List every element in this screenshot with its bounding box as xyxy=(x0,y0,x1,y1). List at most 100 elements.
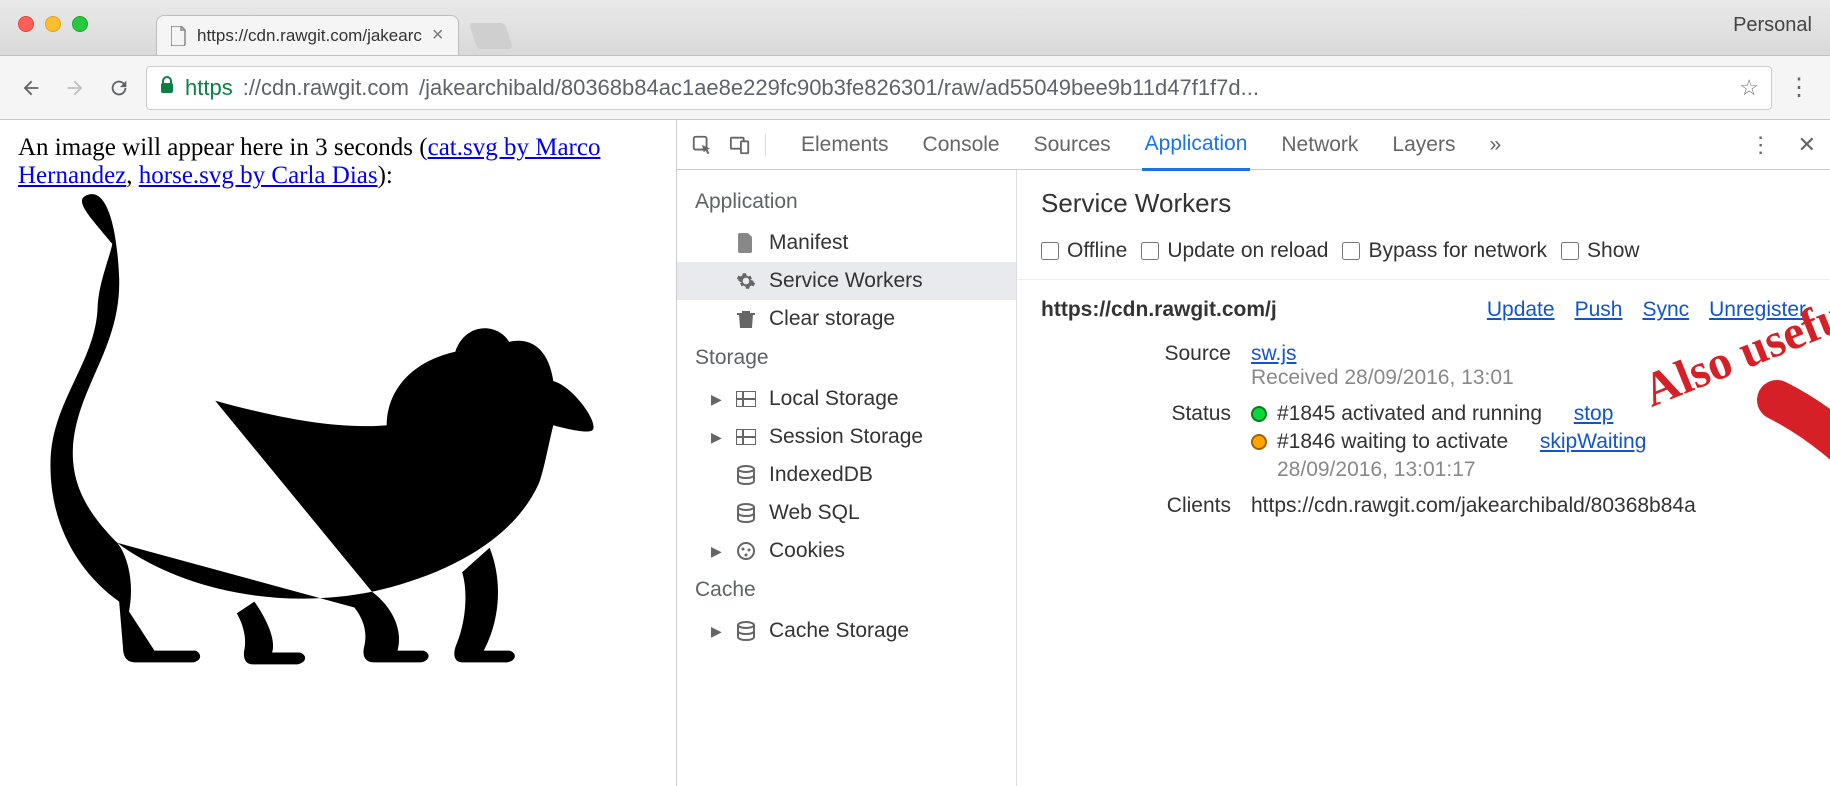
sw-source-file[interactable]: sw.js xyxy=(1251,342,1297,365)
sw-update-link[interactable]: Update xyxy=(1487,298,1555,322)
tab-sources[interactable]: Sources xyxy=(1031,121,1114,169)
clients-value: https://cdn.rawgit.com/jakearchibald/803… xyxy=(1251,494,1806,518)
minimize-window-button[interactable] xyxy=(45,16,61,32)
clients-label: Clients xyxy=(1041,494,1231,518)
page-text: An image will appear here in 3 seconds (… xyxy=(18,134,658,190)
gear-icon xyxy=(735,270,757,292)
sw-stop-link[interactable]: stop xyxy=(1574,402,1614,426)
sidebar-item-label: IndexedDB xyxy=(769,463,873,487)
sidebar-item-clear-storage[interactable]: Clear storage xyxy=(677,300,1016,338)
sw-details: Source sw.js Received 28/09/2016, 13:01 … xyxy=(1017,330,1830,530)
lock-icon xyxy=(159,76,175,99)
sidebar-item-websql[interactable]: Web SQL xyxy=(677,494,1016,532)
horse-link[interactable]: horse.svg by Carla Dias xyxy=(139,162,378,189)
sw-status-2-ts: 28/09/2016, 13:01:17 xyxy=(1277,458,1806,482)
status-dot-green xyxy=(1251,406,1267,422)
sw-origin-row: https://cdn.rawgit.com/j Update Push Syn… xyxy=(1017,280,1830,330)
device-mode-icon[interactable] xyxy=(729,134,751,156)
devtools-body: Application Manifest Service Workers Cle… xyxy=(677,170,1830,786)
forward-button[interactable] xyxy=(58,71,92,105)
tab-title: https://cdn.rawgit.com/jakearc xyxy=(197,26,422,46)
close-window-button[interactable] xyxy=(18,16,34,32)
sw-skipwaiting-link[interactable]: skipWaiting xyxy=(1540,430,1647,454)
database-icon xyxy=(735,502,757,524)
tab-console[interactable]: Console xyxy=(920,121,1003,169)
browser-menu-button[interactable]: ⋮ xyxy=(1782,73,1816,102)
sidebar-item-session-storage[interactable]: ▶ Session Storage xyxy=(677,418,1016,456)
tab-layers[interactable]: Layers xyxy=(1389,121,1458,169)
sidebar-item-manifest[interactable]: Manifest xyxy=(677,224,1016,262)
file-icon xyxy=(171,26,187,46)
sw-status-2: #1846 waiting to activate skipWaiting xyxy=(1251,430,1806,454)
back-button[interactable] xyxy=(14,71,48,105)
table-icon xyxy=(735,426,757,448)
status-label: Status xyxy=(1041,402,1231,426)
trash-icon xyxy=(735,308,757,330)
sidebar-section-application: Application xyxy=(677,182,1016,224)
sidebar-item-label: Cookies xyxy=(769,539,845,563)
sw-status-2-text: #1846 waiting to activate xyxy=(1277,430,1508,454)
offline-label: Offline xyxy=(1067,239,1127,263)
sidebar-item-label: Manifest xyxy=(769,231,848,255)
tab-network[interactable]: Network xyxy=(1278,121,1361,169)
bypass-label: Bypass for network xyxy=(1368,239,1547,263)
update-reload-label: Update on reload xyxy=(1167,239,1328,263)
page-sep: , xyxy=(126,162,139,189)
address-bar[interactable]: https ://cdn.rawgit.com/jakearchibald/803… xyxy=(146,66,1772,110)
inspect-element-icon[interactable] xyxy=(691,134,713,156)
devtools-close-icon[interactable]: ✕ xyxy=(1798,132,1816,158)
sidebar-item-cache-storage[interactable]: ▶ Cache Storage xyxy=(677,612,1016,650)
page-trail: ): xyxy=(378,162,393,189)
sidebar-item-indexeddb[interactable]: IndexedDB xyxy=(677,456,1016,494)
file-icon xyxy=(735,232,757,254)
sidebar-item-label: Local Storage xyxy=(769,387,899,411)
update-reload-checkbox[interactable]: Update on reload xyxy=(1141,239,1328,263)
chevron-right-icon: ▶ xyxy=(711,429,723,446)
url-scheme: https xyxy=(185,75,233,101)
bookmark-star-icon[interactable]: ☆ xyxy=(1739,75,1759,101)
sidebar-item-service-workers[interactable]: Service Workers xyxy=(677,262,1016,300)
tab-overflow-icon[interactable]: » xyxy=(1486,121,1504,169)
show-label: Show xyxy=(1587,239,1640,263)
profile-label[interactable]: Personal xyxy=(1733,14,1812,37)
sw-options: Offline Update on reload Bypass for netw… xyxy=(1017,233,1830,280)
content-split: An image will appear here in 3 seconds (… xyxy=(0,120,1830,786)
sw-title: Service Workers xyxy=(1017,170,1830,233)
tab-strip: https://cdn.rawgit.com/jakearc × xyxy=(156,0,509,55)
sw-sync-link[interactable]: Sync xyxy=(1642,298,1689,322)
devtools-inspect-controls xyxy=(691,134,766,156)
chevron-right-icon: ▶ xyxy=(711,623,723,640)
sw-status-1-text: #1845 activated and running xyxy=(1277,402,1542,426)
maximize-window-button[interactable] xyxy=(72,16,88,32)
tab-application[interactable]: Application xyxy=(1142,120,1251,171)
reload-button[interactable] xyxy=(102,71,136,105)
bypass-checkbox[interactable]: Bypass for network xyxy=(1342,239,1547,263)
cat-image xyxy=(18,190,628,680)
tab-elements[interactable]: Elements xyxy=(798,121,892,169)
sw-push-link[interactable]: Push xyxy=(1575,298,1623,322)
sidebar-item-label: Service Workers xyxy=(769,269,923,293)
sw-unregister-link[interactable]: Unregister xyxy=(1709,298,1806,322)
database-icon xyxy=(735,464,757,486)
sidebar-item-cookies[interactable]: ▶ Cookies xyxy=(677,532,1016,570)
page-viewport: An image will appear here in 3 seconds (… xyxy=(0,120,676,786)
devtools-panel: Elements Console Sources Application Net… xyxy=(676,120,1830,786)
url-host: ://cdn.rawgit.com xyxy=(243,75,409,101)
page-lead: An image will appear here in 3 seconds ( xyxy=(18,134,428,161)
offline-checkbox[interactable]: Offline xyxy=(1041,239,1127,263)
new-tab-button[interactable] xyxy=(468,23,512,49)
show-checkbox[interactable]: Show xyxy=(1561,239,1640,263)
application-main: Service Workers Offline Update on reload… xyxy=(1017,170,1830,786)
traffic-lights xyxy=(18,16,88,32)
url-path: /jakearchibald/80368b84ac1ae8e229fc90b3f… xyxy=(419,75,1259,101)
browser-tab[interactable]: https://cdn.rawgit.com/jakearc × xyxy=(156,15,459,55)
chevron-right-icon: ▶ xyxy=(711,543,723,560)
sw-received: Received 28/09/2016, 13:01 xyxy=(1251,366,1514,389)
sidebar-item-local-storage[interactable]: ▶ Local Storage xyxy=(677,380,1016,418)
database-icon xyxy=(735,620,757,642)
devtools-tabbar: Elements Console Sources Application Net… xyxy=(677,120,1830,170)
status-dot-orange xyxy=(1251,434,1267,450)
close-tab-icon[interactable]: × xyxy=(432,24,444,47)
browser-toolbar: https ://cdn.rawgit.com/jakearchibald/803… xyxy=(0,56,1830,120)
devtools-menu-icon[interactable]: ⋮ xyxy=(1750,132,1772,158)
